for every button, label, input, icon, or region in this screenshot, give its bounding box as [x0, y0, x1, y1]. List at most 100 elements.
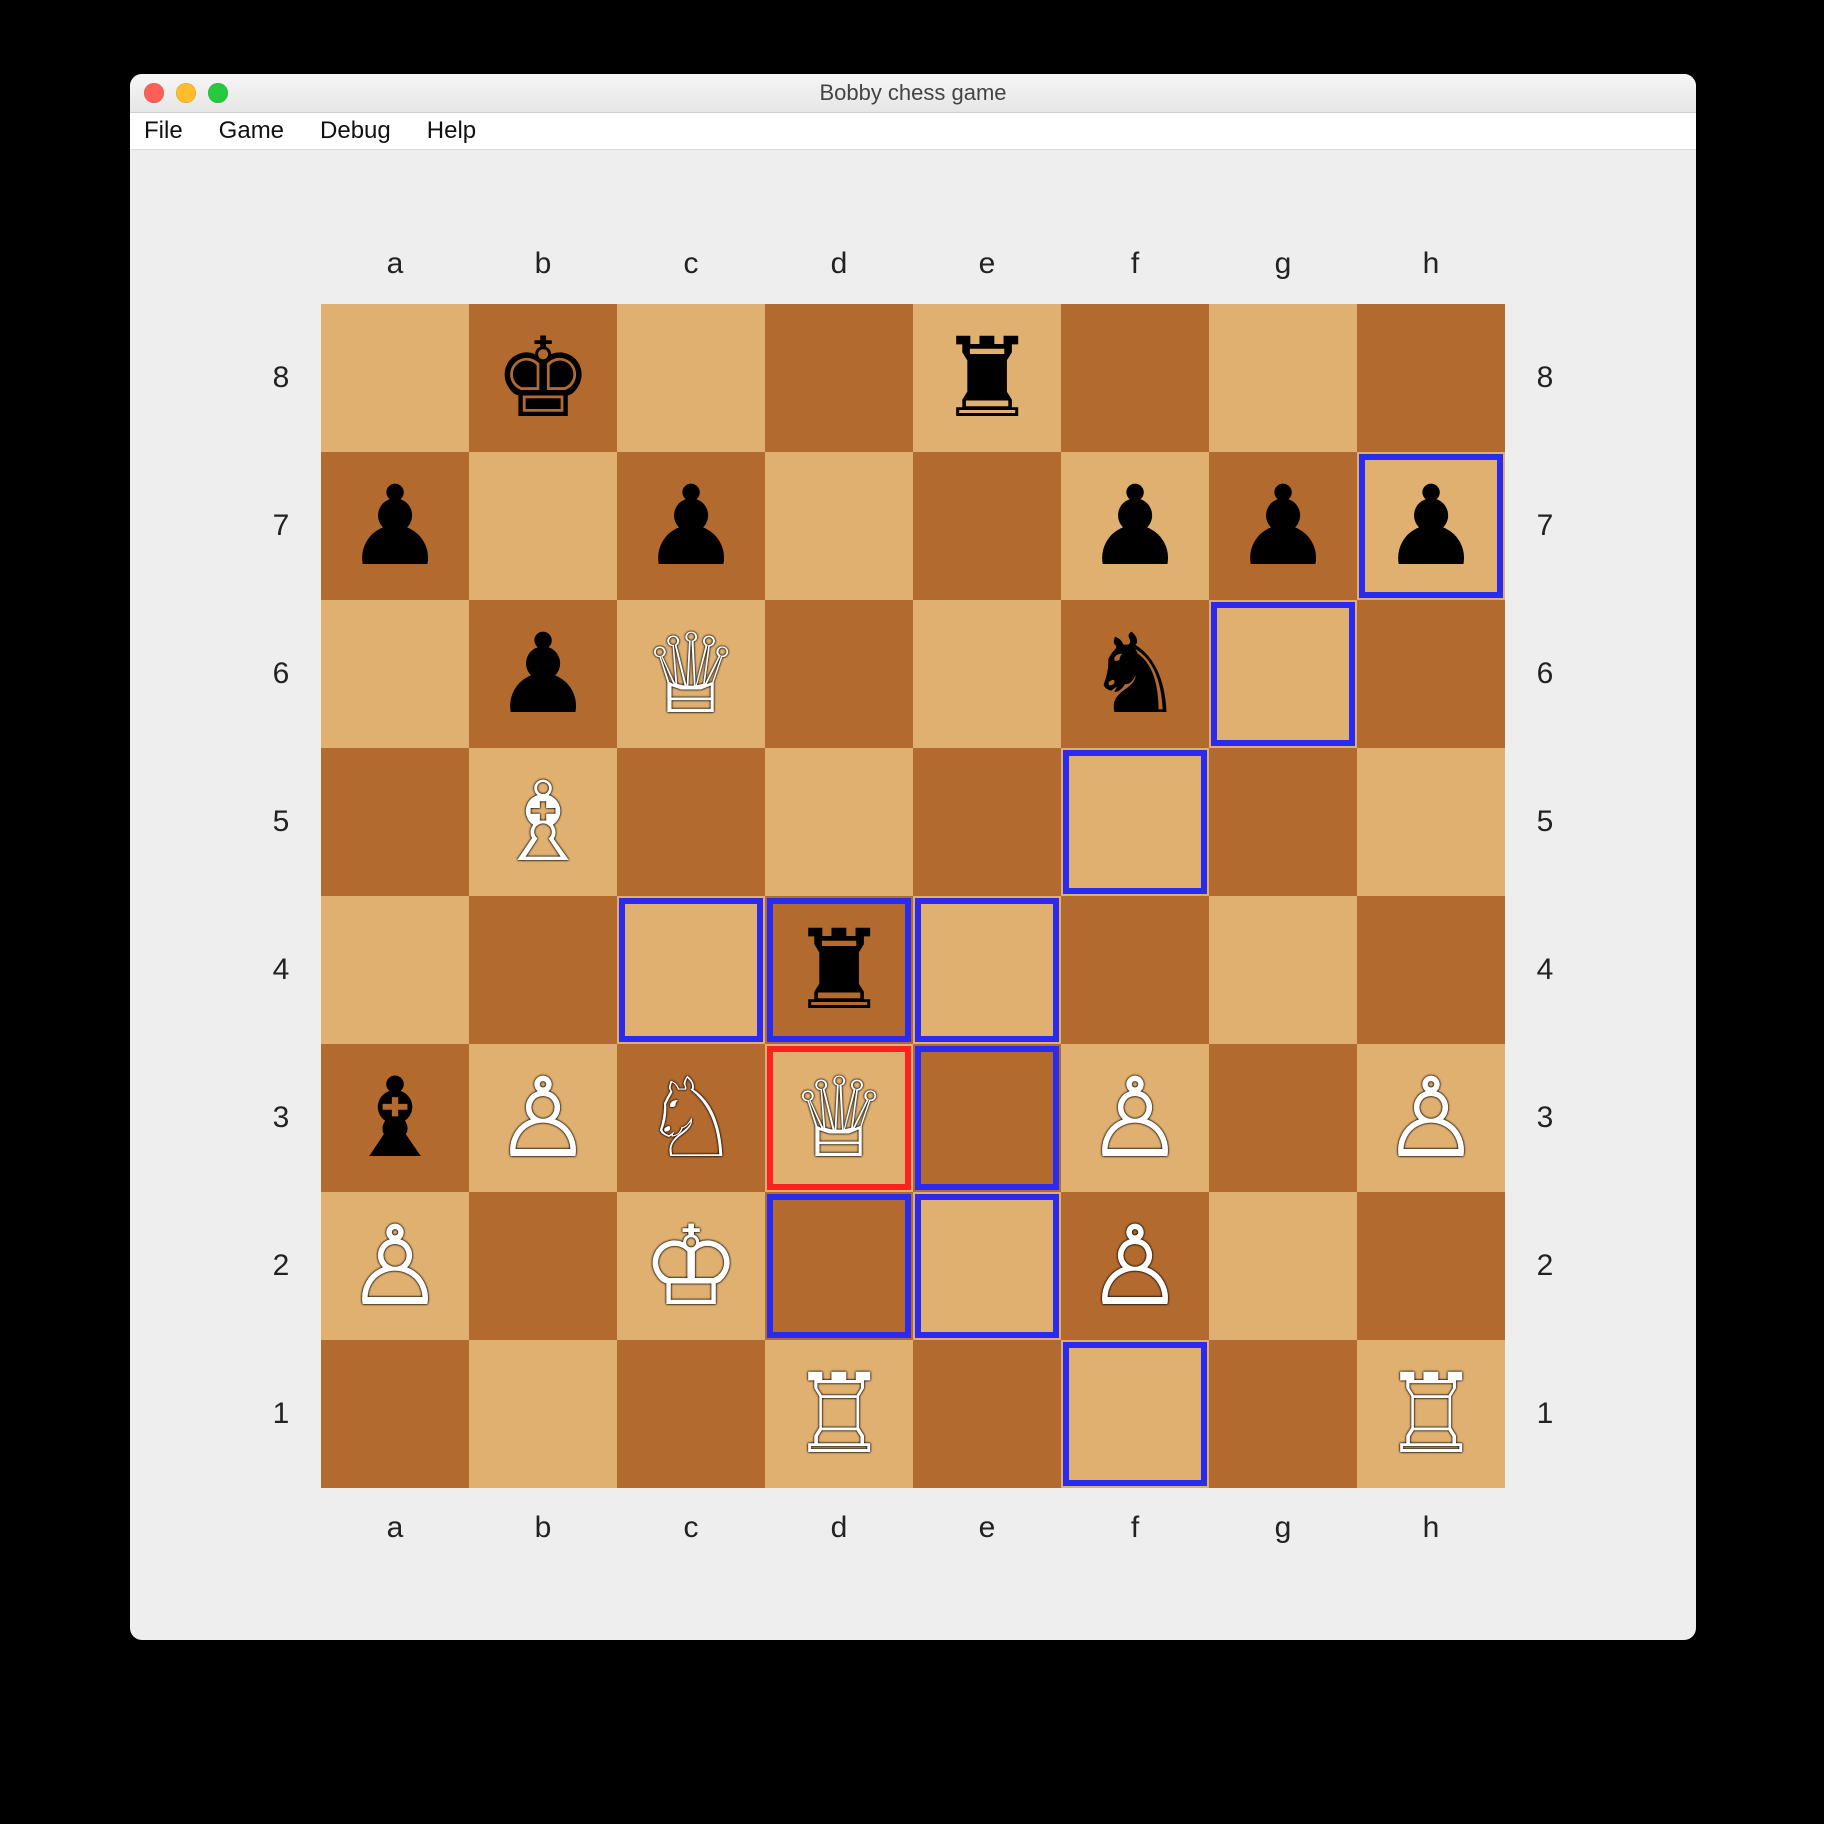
square-a3[interactable]: ♝ — [321, 1044, 469, 1192]
white-pawn-icon[interactable]: ♙ — [1086, 1063, 1185, 1173]
square-a1[interactable] — [321, 1340, 469, 1488]
white-queen-icon[interactable]: ♕ — [790, 1063, 889, 1173]
square-e4[interactable] — [913, 896, 1061, 1044]
black-rook-icon[interactable]: ♜ — [938, 323, 1037, 433]
square-e1[interactable] — [913, 1340, 1061, 1488]
square-h5[interactable] — [1357, 748, 1505, 896]
white-pawn-icon[interactable]: ♙ — [1086, 1211, 1185, 1321]
square-e3[interactable] — [913, 1044, 1061, 1192]
file-label-top-g: g — [1209, 224, 1357, 304]
menu-file[interactable]: File — [138, 115, 189, 147]
square-d3[interactable]: ♕ — [765, 1044, 913, 1192]
square-d6[interactable] — [765, 600, 913, 748]
square-a7[interactable]: ♟ — [321, 452, 469, 600]
rank-label-right-3: 3 — [1505, 1044, 1585, 1192]
square-f2[interactable]: ♙ — [1061, 1192, 1209, 1340]
square-b4[interactable] — [469, 896, 617, 1044]
black-pawn-icon[interactable]: ♟ — [346, 471, 445, 581]
square-e7[interactable] — [913, 452, 1061, 600]
white-rook-icon[interactable]: ♖ — [1382, 1359, 1481, 1469]
square-b2[interactable] — [469, 1192, 617, 1340]
square-g4[interactable] — [1209, 896, 1357, 1044]
square-d1[interactable]: ♖ — [765, 1340, 913, 1488]
white-bishop-icon[interactable]: ♗ — [494, 767, 593, 877]
square-d4[interactable]: ♜ — [765, 896, 913, 1044]
square-d2[interactable] — [765, 1192, 913, 1340]
square-f6[interactable]: ♞ — [1061, 600, 1209, 748]
square-a5[interactable] — [321, 748, 469, 896]
square-b3[interactable]: ♙ — [469, 1044, 617, 1192]
square-d7[interactable] — [765, 452, 913, 600]
square-g1[interactable] — [1209, 1340, 1357, 1488]
square-c6[interactable]: ♕ — [617, 600, 765, 748]
square-h3[interactable]: ♙ — [1357, 1044, 1505, 1192]
square-b1[interactable] — [469, 1340, 617, 1488]
square-e5[interactable] — [913, 748, 1061, 896]
square-f5[interactable] — [1061, 748, 1209, 896]
rank-label-left-6: 6 — [241, 600, 321, 748]
square-h1[interactable]: ♖ — [1357, 1340, 1505, 1488]
maximize-icon[interactable] — [208, 83, 228, 103]
white-queen-icon[interactable]: ♕ — [642, 619, 741, 729]
black-king-icon[interactable]: ♚ — [494, 323, 593, 433]
square-f4[interactable] — [1061, 896, 1209, 1044]
square-g2[interactable] — [1209, 1192, 1357, 1340]
square-e8[interactable]: ♜ — [913, 304, 1061, 452]
white-king-icon[interactable]: ♔ — [642, 1211, 741, 1321]
black-rook-icon[interactable]: ♜ — [790, 915, 889, 1025]
square-b7[interactable] — [469, 452, 617, 600]
white-pawn-icon[interactable]: ♙ — [494, 1063, 593, 1173]
square-h6[interactable] — [1357, 600, 1505, 748]
white-pawn-icon[interactable]: ♙ — [1382, 1063, 1481, 1173]
square-c8[interactable] — [617, 304, 765, 452]
square-g3[interactable] — [1209, 1044, 1357, 1192]
square-b6[interactable]: ♟ — [469, 600, 617, 748]
white-rook-icon[interactable]: ♖ — [790, 1359, 889, 1469]
square-c1[interactable] — [617, 1340, 765, 1488]
square-b8[interactable]: ♚ — [469, 304, 617, 452]
square-d8[interactable] — [765, 304, 913, 452]
black-knight-icon[interactable]: ♞ — [1086, 619, 1185, 729]
square-h8[interactable] — [1357, 304, 1505, 452]
square-h4[interactable] — [1357, 896, 1505, 1044]
square-f3[interactable]: ♙ — [1061, 1044, 1209, 1192]
close-icon[interactable] — [144, 83, 164, 103]
square-h2[interactable] — [1357, 1192, 1505, 1340]
square-c5[interactable] — [617, 748, 765, 896]
minimize-icon[interactable] — [176, 83, 196, 103]
square-h7[interactable]: ♟ — [1357, 452, 1505, 600]
titlebar: Bobby chess game — [130, 74, 1696, 113]
black-pawn-icon[interactable]: ♟ — [1086, 471, 1185, 581]
rank-label-right-1: 1 — [1505, 1340, 1585, 1488]
square-g8[interactable] — [1209, 304, 1357, 452]
square-a8[interactable] — [321, 304, 469, 452]
black-pawn-icon[interactable]: ♟ — [642, 471, 741, 581]
square-c3[interactable]: ♘ — [617, 1044, 765, 1192]
square-a4[interactable] — [321, 896, 469, 1044]
square-g5[interactable] — [1209, 748, 1357, 896]
menu-help[interactable]: Help — [421, 115, 482, 147]
menu-game[interactable]: Game — [213, 115, 290, 147]
black-pawn-icon[interactable]: ♟ — [1234, 471, 1333, 581]
menubar: File Game Debug Help — [130, 113, 1696, 150]
square-f1[interactable] — [1061, 1340, 1209, 1488]
square-c2[interactable]: ♔ — [617, 1192, 765, 1340]
square-e2[interactable] — [913, 1192, 1061, 1340]
square-a6[interactable] — [321, 600, 469, 748]
black-pawn-icon[interactable]: ♟ — [1382, 471, 1481, 581]
square-f7[interactable]: ♟ — [1061, 452, 1209, 600]
square-d5[interactable] — [765, 748, 913, 896]
square-e6[interactable] — [913, 600, 1061, 748]
white-pawn-icon[interactable]: ♙ — [346, 1211, 445, 1321]
white-knight-icon[interactable]: ♘ — [642, 1063, 741, 1173]
square-b5[interactable]: ♗ — [469, 748, 617, 896]
menu-debug[interactable]: Debug — [314, 115, 397, 147]
square-c7[interactable]: ♟ — [617, 452, 765, 600]
square-g6[interactable] — [1209, 600, 1357, 748]
square-a2[interactable]: ♙ — [321, 1192, 469, 1340]
black-bishop-icon[interactable]: ♝ — [346, 1063, 445, 1173]
square-f8[interactable] — [1061, 304, 1209, 452]
square-c4[interactable] — [617, 896, 765, 1044]
square-g7[interactable]: ♟ — [1209, 452, 1357, 600]
black-pawn-icon[interactable]: ♟ — [494, 619, 593, 729]
